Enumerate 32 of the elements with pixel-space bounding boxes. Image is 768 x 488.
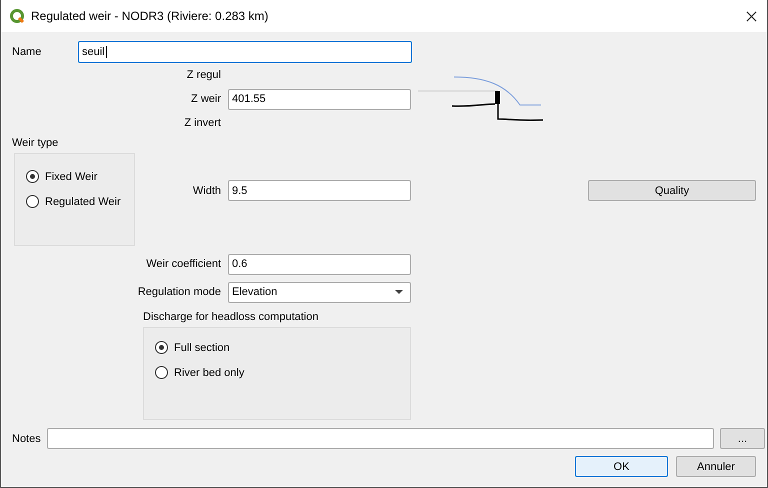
width-field[interactable]: 9.5: [228, 180, 411, 201]
section-title: Weir type: [12, 136, 60, 151]
radio-button[interactable]: [155, 366, 168, 379]
field-label: Z regul: [186, 69, 221, 81]
radio-label: Regulated Weir: [45, 196, 121, 208]
close-icon[interactable]: [746, 10, 757, 22]
app-icon: [9, 8, 25, 24]
field-label: Notes: [11, 432, 42, 444]
section-title: Discharge for headloss computation: [143, 310, 320, 325]
z-weir-field[interactable]: 401.55: [228, 88, 411, 110]
radio-label: River bed only: [174, 366, 244, 378]
notes-field[interactable]: [47, 428, 714, 449]
browse-button[interactable]: ...: [720, 428, 765, 449]
regulation-mode-dropdown[interactable]: Elevation: [228, 282, 411, 302]
radio-button[interactable]: [26, 195, 39, 208]
radio-label: Full section: [174, 342, 230, 354]
quality-button[interactable]: Quality: [588, 180, 756, 201]
field-label: Weir coefficient: [145, 258, 221, 270]
radio-button[interactable]: [155, 341, 168, 354]
field-label: Name: [11, 46, 42, 58]
field-label: Z invert: [183, 117, 221, 129]
cancel-button[interactable]: Annuler: [676, 456, 756, 477]
ok-button[interactable]: OK: [575, 456, 668, 477]
dropdown-arrow-icon: [395, 290, 403, 294]
weir-coefficient-field[interactable]: 0.6: [228, 254, 411, 274]
field-label: Z weir: [190, 93, 221, 105]
window-title: Regulated weir - NODR3 (Riviere: 0.283 km): [31, 9, 270, 23]
field-label: Width: [192, 184, 221, 196]
radio-button[interactable]: [26, 170, 39, 183]
radio-label: Fixed Weir: [45, 170, 98, 182]
field-label: Regulation mode: [136, 286, 221, 298]
name-field[interactable]: seuil: [78, 41, 412, 63]
